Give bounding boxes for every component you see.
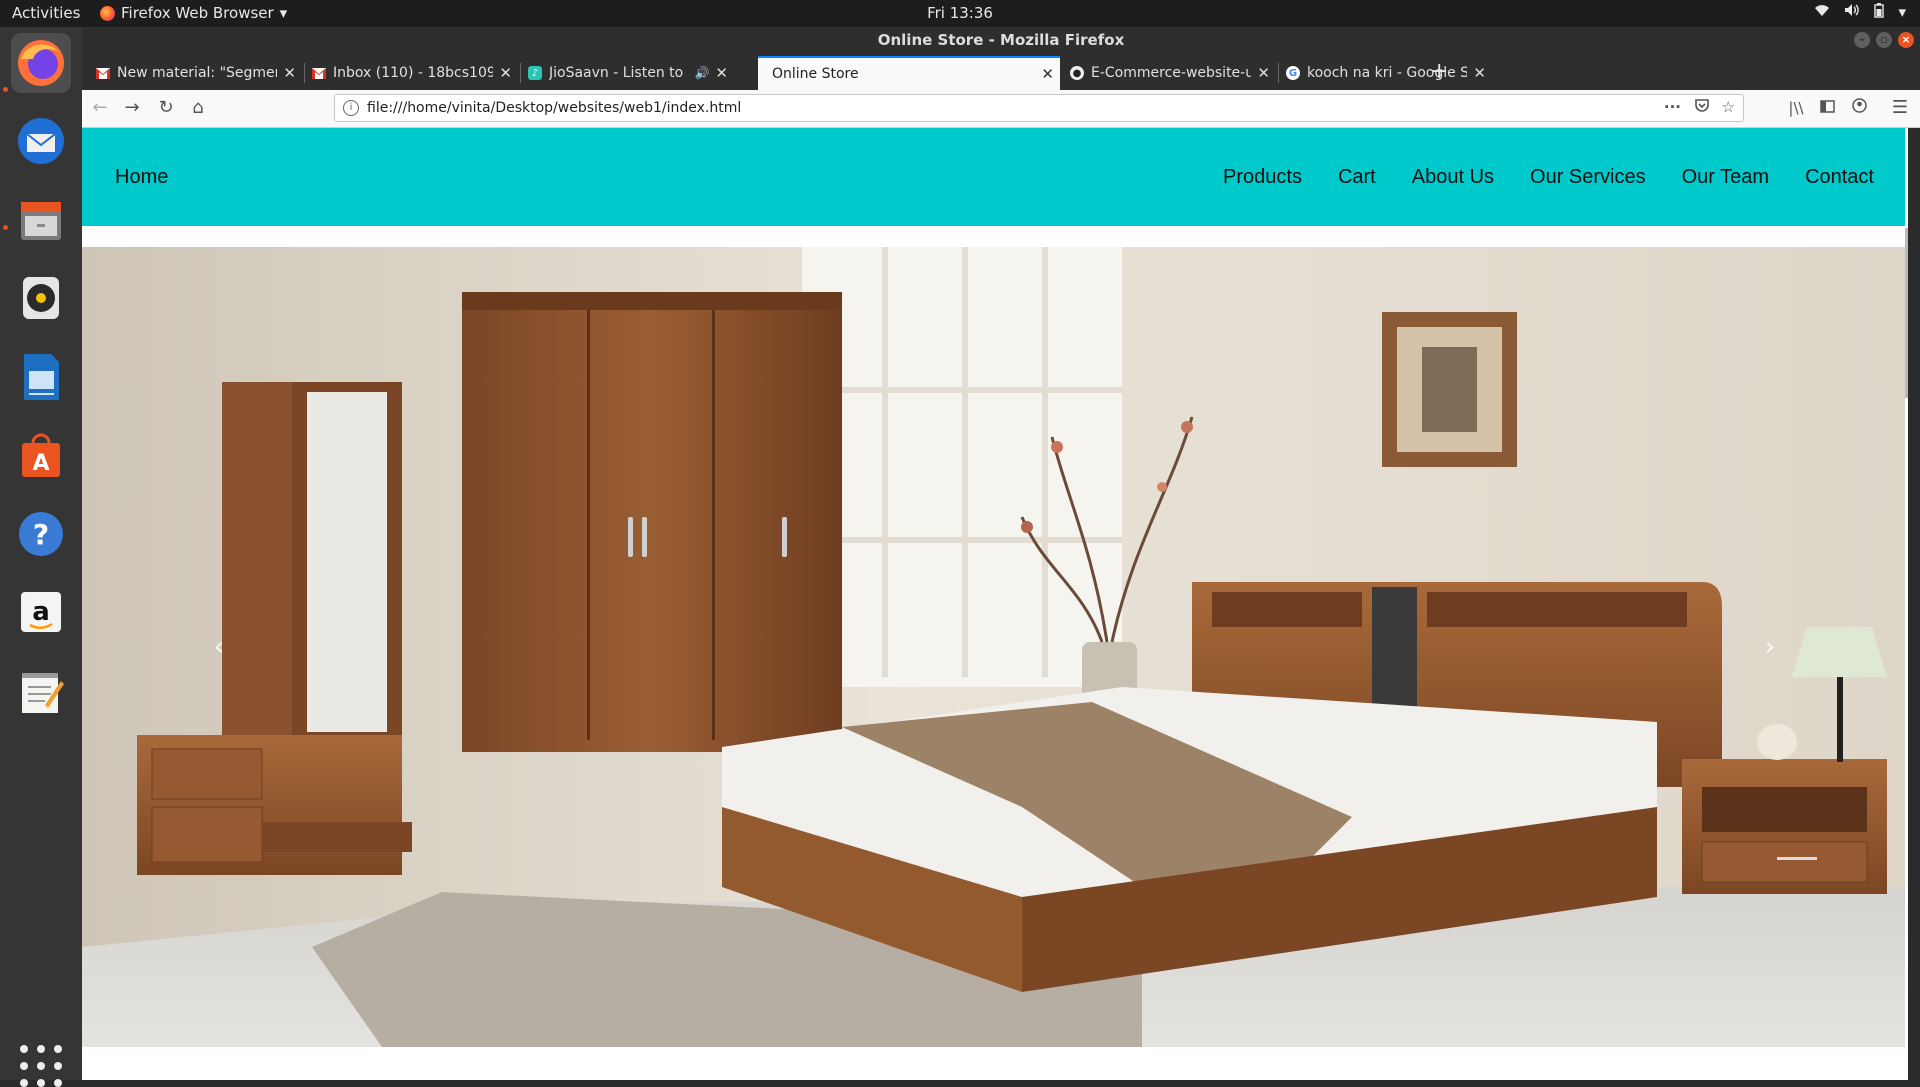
nav-menu: Products Cart About Us Our Services Our … bbox=[1223, 166, 1874, 189]
running-indicator bbox=[3, 87, 8, 92]
volume-icon[interactable] bbox=[1844, 3, 1860, 22]
svg-text:a: a bbox=[32, 597, 50, 627]
wifi-icon[interactable] bbox=[1814, 3, 1830, 22]
running-indicator bbox=[3, 225, 8, 230]
google-icon: G bbox=[1286, 66, 1300, 80]
tab-separator bbox=[1278, 63, 1279, 83]
minimize-icon[interactable]: – bbox=[1854, 32, 1870, 48]
tab-label: Inbox (110) - 18bcs109@ bbox=[333, 65, 494, 81]
reload-icon[interactable]: ↻ bbox=[154, 96, 178, 120]
clock[interactable]: Fri 13:36 bbox=[927, 4, 993, 22]
hero-carousel[interactable]: ‹ › bbox=[82, 247, 1908, 1047]
tab-strip: New material: "Segment ✕ Inbox (110) - 1… bbox=[82, 53, 1920, 90]
carousel-prev-icon[interactable]: ‹ bbox=[204, 632, 234, 662]
system-top-bar: Activities Firefox Web Browser ▾ Fri 13:… bbox=[0, 0, 1920, 27]
gmail-icon bbox=[312, 66, 326, 80]
close-tab-icon[interactable]: ✕ bbox=[715, 64, 728, 82]
library-icon[interactable]: |\\ bbox=[1784, 96, 1808, 120]
caret-down-icon: ▾ bbox=[279, 4, 288, 22]
window-title: Online Store - Mozilla Firefox bbox=[877, 31, 1125, 49]
nav-cart-link[interactable]: Cart bbox=[1338, 166, 1376, 189]
rhythmbox-icon[interactable] bbox=[11, 268, 71, 328]
tab-gmail-segment[interactable]: New material: "Segment ✕ bbox=[90, 56, 302, 90]
home-icon[interactable]: ⌂ bbox=[186, 96, 210, 120]
battery-icon[interactable] bbox=[1874, 3, 1885, 22]
url-text[interactable]: file:///home/vinita/Desktop/websites/web… bbox=[367, 100, 741, 116]
page-actions-icon[interactable]: ··· bbox=[1664, 98, 1681, 116]
tab-google-search[interactable]: G kooch na kri - Google Sea ✕ bbox=[1280, 56, 1492, 90]
close-window-icon[interactable]: × bbox=[1898, 32, 1914, 48]
scrollbar-thumb[interactable] bbox=[1905, 228, 1908, 398]
activities-button[interactable]: Activities bbox=[12, 4, 80, 22]
tab-label: JioSaavn - Listen to Ne bbox=[549, 65, 689, 81]
close-tab-icon[interactable]: ✕ bbox=[499, 64, 512, 82]
navigation-toolbar: ← → ↻ ⌂ i file:///home/vinita/Desktop/we… bbox=[82, 90, 1920, 128]
pocket-icon[interactable] bbox=[1695, 98, 1709, 116]
tab-jiosaavn[interactable]: ♪ JioSaavn - Listen to Ne 🔊 ✕ bbox=[522, 56, 734, 90]
sidebar-icon[interactable] bbox=[1815, 96, 1839, 120]
bedroom-furniture-image bbox=[82, 247, 1908, 1047]
hamburger-menu-icon[interactable]: ☰ bbox=[1888, 96, 1912, 120]
site-navbar: Home Products Cart About Us Our Services… bbox=[82, 128, 1908, 226]
firefox-icon bbox=[100, 5, 115, 21]
libreoffice-writer-icon[interactable] bbox=[11, 347, 71, 407]
nav-contact-link[interactable]: Contact bbox=[1805, 166, 1874, 189]
github-icon: ● bbox=[1070, 66, 1084, 80]
thunderbird-icon[interactable] bbox=[11, 111, 71, 171]
show-applications-icon[interactable] bbox=[20, 1045, 62, 1087]
ubuntu-software-icon[interactable]: A bbox=[11, 425, 71, 485]
close-tab-icon[interactable]: ✕ bbox=[1257, 64, 1270, 82]
site-info-icon[interactable]: i bbox=[343, 100, 359, 116]
nav-home-link[interactable]: Home bbox=[115, 166, 168, 189]
gmail-icon bbox=[96, 66, 110, 80]
tab-github[interactable]: ● E-Commerce-website-us ✕ bbox=[1064, 56, 1276, 90]
ubuntu-dock: A ? a bbox=[0, 27, 82, 1087]
back-arrow-icon[interactable]: ← bbox=[88, 96, 112, 120]
text-editor-icon[interactable] bbox=[11, 661, 71, 721]
close-tab-icon[interactable]: ✕ bbox=[1473, 64, 1486, 82]
audio-playing-icon[interactable]: 🔊 bbox=[694, 66, 709, 80]
close-tab-icon[interactable]: ✕ bbox=[1041, 65, 1054, 83]
url-bar[interactable]: i file:///home/vinita/Desktop/websites/w… bbox=[334, 94, 1744, 122]
help-icon[interactable]: ? bbox=[11, 504, 71, 564]
window-title-bar: Online Store - Mozilla Firefox – ▫ × bbox=[82, 27, 1920, 53]
tab-gmail-inbox[interactable]: Inbox (110) - 18bcs109@ ✕ bbox=[306, 56, 518, 90]
jiosaavn-icon: ♪ bbox=[528, 66, 542, 80]
close-tab-icon[interactable]: ✕ bbox=[283, 64, 296, 82]
account-icon[interactable] bbox=[1847, 96, 1871, 120]
tab-separator bbox=[520, 63, 521, 83]
tab-label: New material: "Segment bbox=[117, 65, 278, 81]
firefox-icon[interactable] bbox=[11, 33, 71, 93]
tab-online-store[interactable]: Online Store ✕ bbox=[758, 56, 1060, 90]
svg-text:A: A bbox=[32, 451, 49, 476]
svg-text:?: ? bbox=[33, 518, 49, 551]
maximize-icon[interactable]: ▫ bbox=[1876, 32, 1892, 48]
app-menu-label: Firefox Web Browser bbox=[121, 4, 274, 22]
new-tab-button[interactable]: + bbox=[1430, 59, 1448, 84]
carousel-next-icon[interactable]: › bbox=[1755, 632, 1785, 662]
web-page: Home Products Cart About Us Our Services… bbox=[82, 128, 1908, 1080]
tab-separator bbox=[304, 63, 305, 83]
amazon-icon[interactable]: a bbox=[11, 582, 71, 642]
app-menu[interactable]: Firefox Web Browser ▾ bbox=[100, 4, 287, 22]
tab-label: E-Commerce-website-us bbox=[1091, 65, 1252, 81]
files-icon[interactable] bbox=[11, 190, 71, 250]
system-menu-caret-icon[interactable]: ▾ bbox=[1898, 3, 1906, 22]
bookmark-star-icon[interactable]: ☆ bbox=[1722, 98, 1735, 116]
nav-team-link[interactable]: Our Team bbox=[1682, 166, 1769, 189]
forward-arrow-icon[interactable]: → bbox=[120, 96, 144, 120]
nav-services-link[interactable]: Our Services bbox=[1530, 166, 1646, 189]
nav-products-link[interactable]: Products bbox=[1223, 166, 1302, 189]
tab-label: Online Store bbox=[772, 66, 859, 82]
nav-about-link[interactable]: About Us bbox=[1412, 166, 1494, 189]
system-tray[interactable]: ▾ bbox=[1814, 3, 1906, 22]
page-scrollbar[interactable] bbox=[1905, 128, 1908, 1080]
